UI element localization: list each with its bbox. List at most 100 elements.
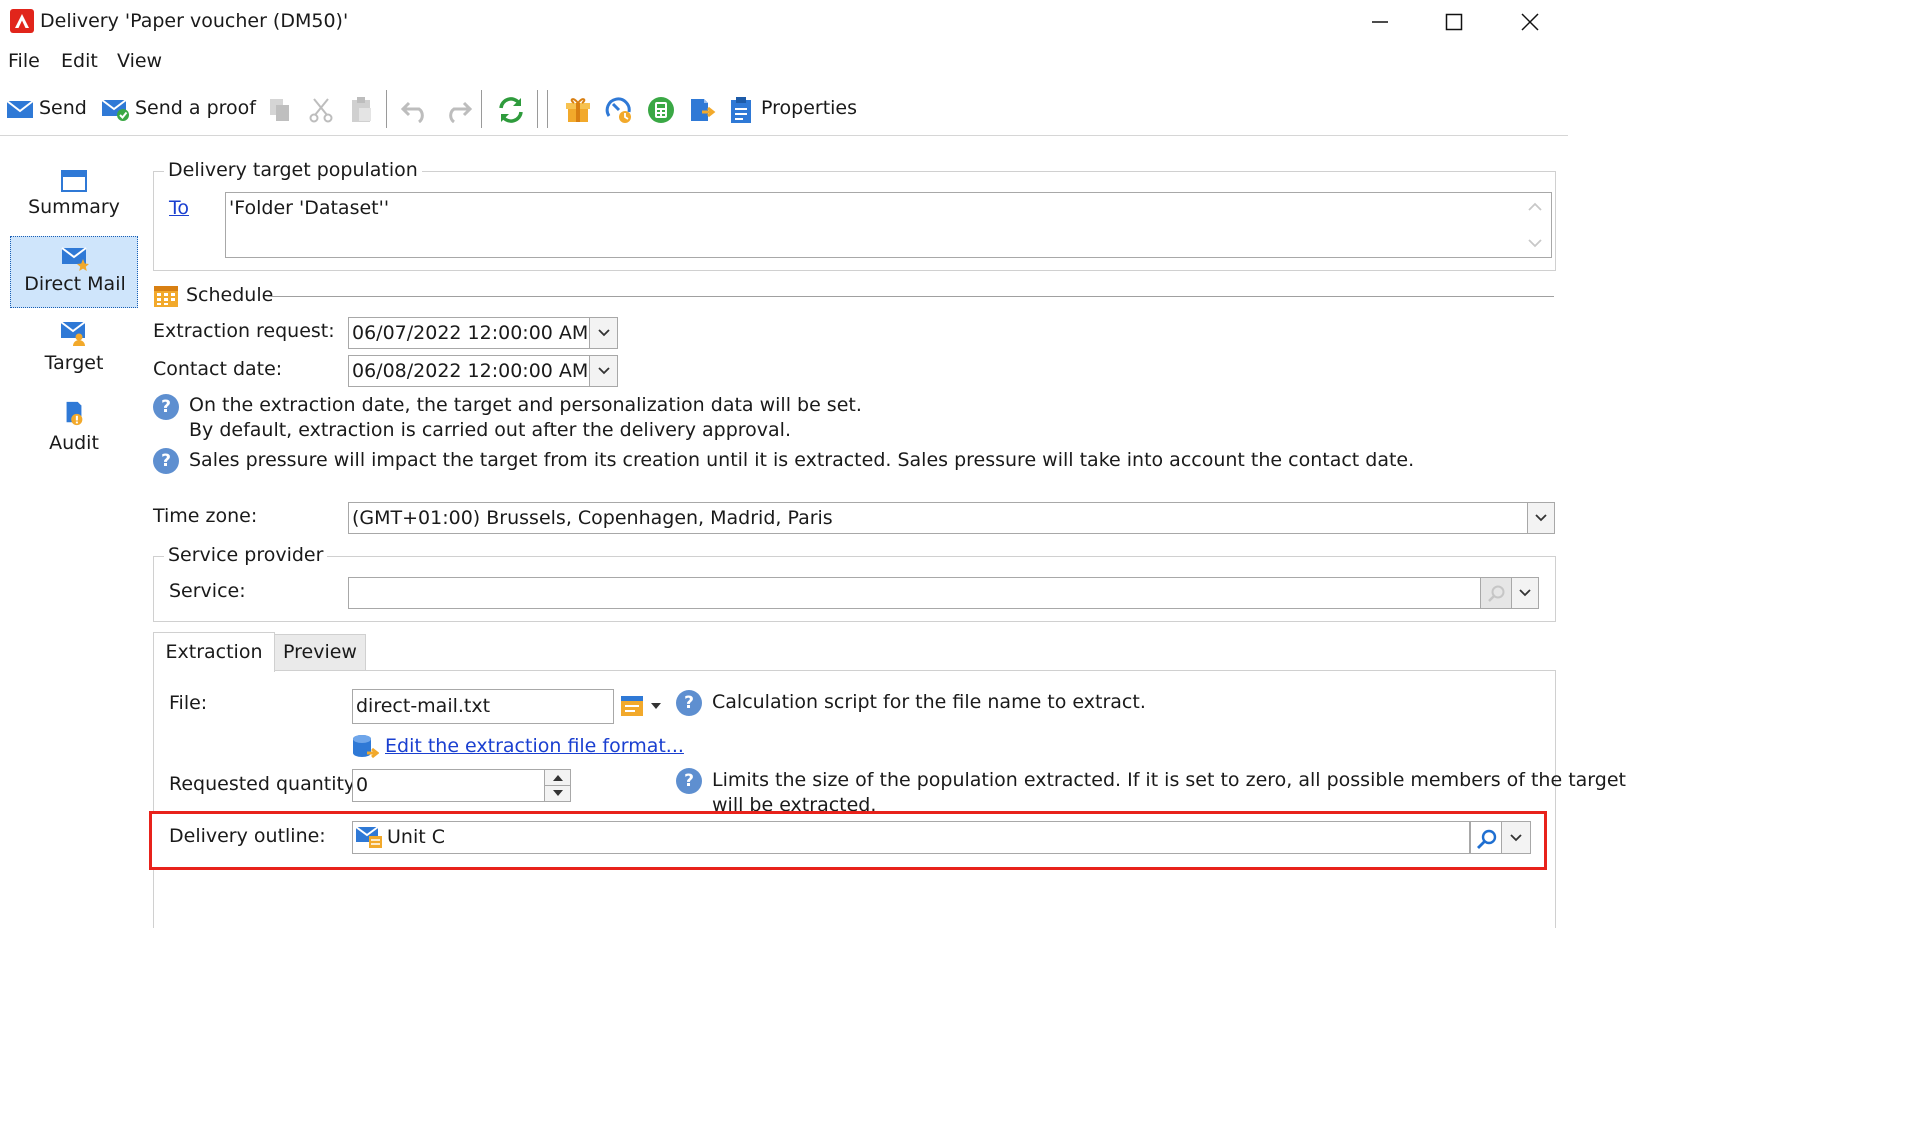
nav-target[interactable]: Target [10,316,138,388]
target-icon [60,321,86,346]
toolbar-separator [537,90,538,128]
magnifier-icon [1477,829,1497,849]
redo-icon[interactable] [442,97,472,123]
script-editor-icon [621,696,643,716]
gift-icon[interactable] [565,96,591,124]
contact-date-input[interactable]: 06/08/2022 12:00:00 AM [348,355,590,387]
target-population-title: Delivery target population [164,159,422,181]
window-title: Delivery 'Paper voucher (DM50)' [40,10,349,32]
extraction-help-line2: By default, extraction is carried out af… [189,419,791,441]
outline-dropdown[interactable] [1501,821,1531,854]
menu-edit[interactable]: Edit [61,50,98,72]
help-icon: ? [676,768,702,794]
close-button[interactable] [1498,4,1562,40]
contact-date-dropdown[interactable] [589,355,618,387]
quantity-stepper[interactable] [544,769,571,802]
maximize-icon [1445,13,1463,31]
scroll-down-icon[interactable] [1526,236,1544,250]
file-script-button[interactable] [620,692,666,722]
requested-quantity-label: Requested quantity: [169,773,361,795]
export-icon[interactable] [688,96,716,124]
delivery-outline-label: Delivery outline: [169,825,326,847]
caret-down-icon [651,703,661,709]
analyze-icon[interactable] [605,96,633,124]
menu-view[interactable]: View [117,50,162,72]
stepper-divider [545,785,570,786]
chevron-down-icon [1519,589,1531,597]
tab-preview[interactable]: Preview [274,634,366,670]
properties-button[interactable]: Properties [729,96,858,126]
maximize-button[interactable] [1422,4,1486,40]
scroll-up-icon[interactable] [1526,200,1544,214]
menu-file[interactable]: File [8,50,40,72]
file-input[interactable]: direct-mail.txt [352,689,614,724]
service-lookup-button[interactable] [1480,577,1512,609]
cut-icon[interactable] [308,97,334,123]
timezone-dropdown[interactable] [1527,502,1555,534]
calendar-icon [154,286,178,307]
quantity-help-line1: Limits the size of the population extrac… [712,769,1626,791]
file-help-text: Calculation script for the file name to … [712,691,1146,713]
outline-lookup-button[interactable] [1470,821,1502,854]
extraction-help-line1: On the extraction date, the target and p… [189,394,862,416]
clipboard-properties-icon [731,97,751,123]
timezone-select[interactable]: (GMT+01:00) Brussels, Copenhagen, Madrid… [348,502,1528,534]
paste-icon[interactable] [349,96,375,124]
send-label: Send [39,97,87,119]
timezone-label: Time zone: [153,505,258,527]
adobe-app-icon [10,9,34,33]
sales-pressure-help: Sales pressure will impact the target fr… [189,449,1415,471]
edit-extraction-format-link[interactable]: Edit the extraction file format... [385,735,684,757]
nav-summary[interactable]: Summary [10,160,138,232]
audit-icon [66,401,83,426]
stepper-up-icon[interactable] [551,773,565,783]
nav-direct-mail[interactable]: Direct Mail [10,236,138,308]
chevron-down-icon [1535,514,1547,522]
summary-icon [61,170,87,192]
nav-audit[interactable]: Audit [10,396,138,468]
undo-icon[interactable] [401,97,431,123]
magnifier-icon [1488,585,1505,602]
service-provider-title: Service provider [164,544,328,566]
help-icon: ? [153,394,179,420]
toolbar-separator [481,90,482,128]
database-format-icon [353,735,379,759]
file-label: File: [169,692,208,714]
tab-extraction[interactable]: Extraction [153,632,275,672]
requested-quantity-input[interactable]: 0 [352,769,545,802]
nav-direct-mail-label: Direct Mail [24,273,126,295]
send-proof-icon [101,99,129,121]
schedule-title: Schedule [186,284,274,306]
nav-summary-label: Summary [28,196,120,218]
target-population-value: 'Folder 'Dataset'' [229,197,390,219]
nav-target-label: Target [44,352,104,374]
menu-bar [0,44,1568,78]
minimize-button[interactable] [1348,4,1412,40]
chevron-down-icon [597,329,610,337]
target-population-field[interactable]: 'Folder 'Dataset'' [225,192,1552,258]
calculator-icon[interactable] [647,96,675,124]
toolbar-separator [386,90,387,128]
send-button[interactable]: Send [6,96,88,126]
send-proof-button[interactable]: Send a proof [101,96,256,126]
direct-mail-icon [61,247,89,271]
delivery-outline-input[interactable]: Unit C [352,821,1470,854]
send-proof-label: Send a proof [135,97,256,119]
stepper-down-icon[interactable] [551,788,565,798]
refresh-icon[interactable] [497,96,525,124]
chevron-down-icon [1510,833,1522,841]
extraction-request-dropdown[interactable] [589,317,618,349]
extraction-request-label: Extraction request: [153,320,335,342]
envelope-send-icon [6,100,34,118]
outline-envelope-icon [355,826,382,848]
close-icon [1521,13,1539,31]
service-label: Service: [169,580,246,602]
copy-icon[interactable] [267,97,293,123]
contact-date-label: Contact date: [153,358,283,380]
service-dropdown[interactable] [1511,577,1539,609]
extraction-request-input[interactable]: 06/07/2022 12:00:00 AM [348,317,590,349]
delivery-outline-value: Unit C [387,826,445,848]
to-link[interactable]: To [169,197,189,219]
service-input[interactable] [348,577,1482,609]
properties-label: Properties [761,97,858,119]
